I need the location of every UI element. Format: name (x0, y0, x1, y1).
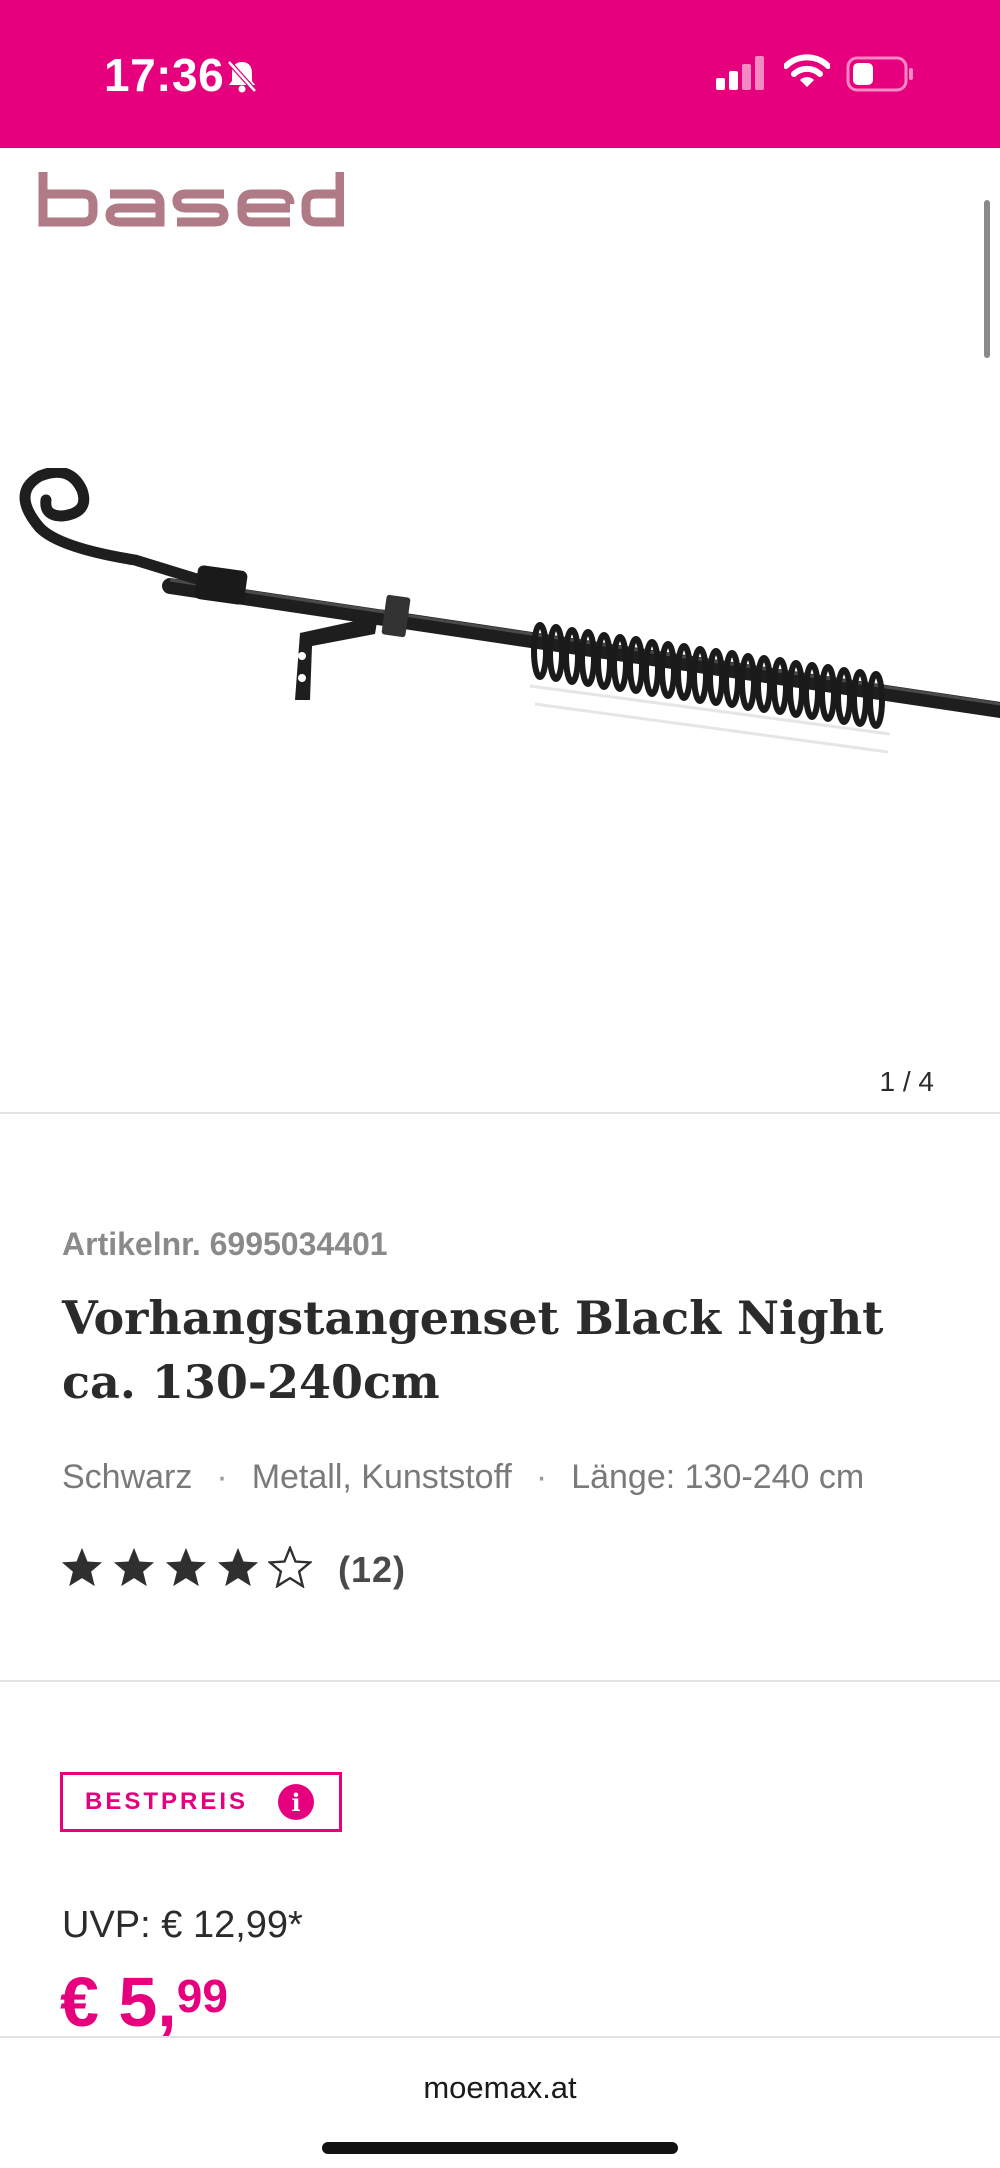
badge-label: BESTPREIS (85, 1788, 249, 1815)
uvp-price: UVP: € 12,99* (62, 1904, 303, 1946)
attribute-length: Länge: 130-240 cm (571, 1458, 865, 1496)
product-attributes: Schwarz · Metall, Kunststoff · Länge: 13… (62, 1458, 864, 1497)
status-bar: 17:36 (0, 0, 1000, 148)
star-filled-icon (164, 1546, 208, 1593)
wifi-icon (783, 54, 831, 95)
bestpreis-badge[interactable]: BESTPREIS i (60, 1772, 342, 1832)
divider (0, 1112, 1000, 1114)
product-image-gallery[interactable]: 1 / 4 (0, 148, 1000, 1114)
brand-logo (38, 170, 345, 235)
home-indicator[interactable] (322, 2142, 678, 2154)
review-count[interactable]: (12) (338, 1549, 406, 1591)
price-main: € 5, (60, 1963, 177, 2041)
info-icon[interactable]: i (278, 1784, 315, 1820)
star-filled-icon (216, 1546, 260, 1593)
attribute-material: Metall, Kunststoff (251, 1458, 512, 1496)
rating[interactable]: (12) (60, 1544, 406, 1593)
attribute-separator: · (216, 1458, 228, 1496)
attribute-color: Schwarz (62, 1458, 193, 1496)
star-empty-icon (266, 1544, 314, 1593)
status-time: 17:36 (104, 49, 225, 101)
bell-slash-icon (222, 56, 262, 101)
scrollbar-thumb[interactable] (984, 200, 990, 358)
attribute-separator: · (535, 1458, 548, 1496)
browser-address-bar[interactable]: moemax.at (0, 2036, 1000, 2168)
article-number: Artikelnr. 6995034401 (62, 1226, 388, 1262)
product-title-bold: Vorhangstangenset (62, 1291, 559, 1345)
divider (0, 1680, 1000, 1682)
star-filled-icon (60, 1546, 104, 1593)
signal-icon (716, 56, 768, 95)
current-price: € 5, 99 (60, 1966, 228, 2038)
price-cents: 99 (176, 1970, 228, 2022)
star-filled-icon (112, 1546, 156, 1593)
battery-icon (846, 56, 916, 97)
curtain-rod-product-image (19, 468, 1000, 754)
product-title: Vorhangstangenset Black Night ca. 130-24… (62, 1286, 942, 1414)
image-page-counter: 1 / 4 (879, 1066, 934, 1097)
url-text[interactable]: moemax.at (0, 2070, 1000, 2106)
